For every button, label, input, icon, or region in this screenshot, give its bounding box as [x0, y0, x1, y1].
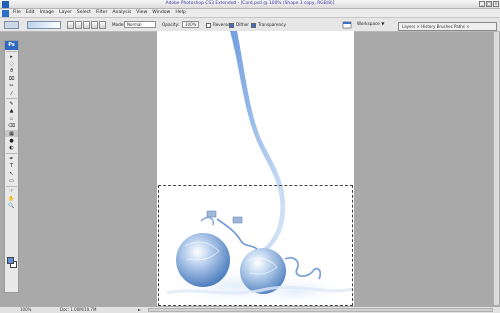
minimize-button[interactable]: _ [479, 1, 485, 7]
palette-toggle-icon[interactable] [342, 21, 352, 29]
zoom-tool-icon[interactable]: 🔍 [5, 202, 18, 209]
horizontal-scrollbar[interactable] [148, 308, 493, 312]
document-canvas[interactable] [157, 31, 354, 306]
angle-gradient-button[interactable] [83, 21, 90, 29]
title-bar: Adobe Photoshop CS3 Extended - [Card.psd… [0, 0, 500, 9]
close-button[interactable]: × [493, 1, 499, 7]
radial-gradient-button[interactable] [75, 21, 82, 29]
menu-select[interactable]: Select [77, 10, 91, 15]
zoom-level[interactable]: 100% [20, 307, 31, 312]
menu-filter[interactable]: Filter [96, 10, 107, 15]
status-bar: 100% Doc: 1.00M/10.7M ► [0, 306, 500, 313]
menu-view[interactable]: View [136, 10, 147, 15]
move-tool-icon[interactable]: ▸ [5, 53, 18, 60]
gradient-picker[interactable] [27, 21, 61, 29]
slice-tool-icon[interactable]: ⁄ [5, 90, 18, 97]
reflected-gradient-button[interactable] [91, 21, 98, 29]
status-menu-arrow[interactable]: ► [138, 307, 141, 312]
blur-tool-icon[interactable]: ● [5, 137, 18, 144]
document-info: Doc: 1.00M/10.7M [60, 307, 97, 312]
dither-label: Dither [236, 22, 249, 27]
foreground-color-swatch[interactable] [7, 257, 14, 264]
ps-menu-icon[interactable] [2, 10, 9, 17]
ps-logo: Ps [5, 41, 18, 50]
mode-select[interactable]: Normal [124, 21, 156, 28]
menu-bar: File Edit Image Layer Select Filter Anal… [0, 9, 500, 18]
window-title: Adobe Photoshop CS3 Extended - [Card.psd… [165, 1, 335, 6]
menu-image[interactable]: Image [40, 10, 54, 15]
marquee-tool-icon[interactable]: ◌ [5, 60, 18, 67]
maximize-button[interactable]: □ [486, 1, 492, 7]
path-selection-tool-icon[interactable]: ↖ [5, 170, 18, 177]
diamond-gradient-button[interactable] [99, 21, 106, 29]
palette-well[interactable]: Layers × History Brushes Paths × [398, 22, 497, 31]
gradient-tool-icon[interactable]: ▦ [5, 129, 18, 138]
opacity-field[interactable]: 100% [182, 21, 199, 28]
linear-gradient-button[interactable] [67, 21, 74, 29]
menu-analysis[interactable]: Analysis [112, 10, 131, 15]
eraser-tool-icon[interactable]: ⌫ [5, 123, 18, 130]
magic-wand-tool-icon[interactable]: ⌧ [5, 75, 18, 82]
menu-layer[interactable]: Layer [59, 10, 72, 15]
tool-preset-picker[interactable] [4, 21, 19, 29]
shape-tool-icon[interactable]: ▭ [5, 177, 18, 184]
mode-label: Mode: [112, 22, 125, 27]
menu-window[interactable]: Window [152, 10, 170, 15]
menu-file[interactable]: File [13, 10, 21, 15]
dither-checkbox[interactable] [229, 23, 234, 28]
transparency-label: Transparency [258, 22, 286, 27]
stamp-tool-icon[interactable]: ▲ [5, 108, 18, 115]
opacity-label: Opacity: [162, 22, 180, 27]
lasso-tool-icon[interactable]: ϑ [5, 68, 18, 75]
vertical-scrollbar[interactable] [493, 32, 499, 305]
hand-tool-icon[interactable]: ✋ [5, 195, 18, 202]
dodge-tool-icon[interactable]: ◐ [5, 145, 18, 152]
menu-help[interactable]: Help [175, 10, 185, 15]
menu-items: File Edit Image Layer Select Filter Anal… [13, 10, 186, 15]
toolbox: Ps ▸ ◌ ϑ ⌧ ✂ ⁄ ✎ ▲ ♨ ⌫ ▦ ● ◐ ✒ T ↖ ▭ ☞ ✋… [4, 40, 19, 293]
brush-tool-icon[interactable]: ✎ [5, 100, 18, 107]
reverse-label: Reverse [213, 22, 230, 27]
reverse-checkbox[interactable] [206, 23, 211, 28]
history-brush-tool-icon[interactable]: ♨ [5, 115, 18, 122]
pen-tool-icon[interactable]: ✒ [5, 155, 18, 162]
crop-tool-icon[interactable]: ✂ [5, 83, 18, 90]
workspace-button[interactable]: Workspace ▼ [357, 21, 384, 26]
transparency-checkbox[interactable] [251, 23, 256, 28]
notes-tool-icon[interactable]: ☞ [5, 188, 18, 195]
selection-marquee [158, 185, 353, 306]
menu-edit[interactable]: Edit [26, 10, 35, 15]
type-tool-icon[interactable]: T [5, 162, 18, 169]
